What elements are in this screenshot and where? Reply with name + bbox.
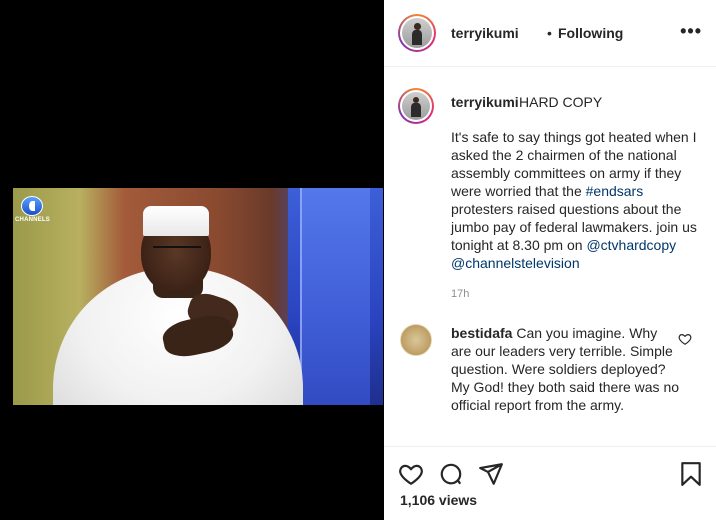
avatar[interactable] bbox=[398, 14, 436, 52]
caption-title: HARD COPY bbox=[519, 94, 603, 110]
heart-icon[interactable] bbox=[398, 461, 424, 487]
hashtag-link[interactable]: #endsars bbox=[586, 183, 644, 199]
caption-avatar[interactable] bbox=[398, 88, 434, 124]
share-icon[interactable] bbox=[478, 461, 504, 487]
studio-background bbox=[288, 188, 383, 405]
caption-username[interactable]: terryikumi bbox=[451, 94, 519, 110]
post-media[interactable]: CHANNELS bbox=[0, 0, 384, 520]
comment-icon[interactable] bbox=[438, 461, 464, 487]
mention-link[interactable]: @ctvhardcopy bbox=[586, 237, 676, 253]
header-username[interactable]: terryikumi bbox=[451, 25, 519, 41]
comment-username[interactable]: bestidafa bbox=[451, 325, 512, 341]
mention-link[interactable]: @channelstelevision bbox=[451, 255, 580, 271]
post-timestamp[interactable]: 17h bbox=[451, 288, 469, 300]
action-bar bbox=[384, 446, 716, 520]
views-count[interactable]: 1,106 views bbox=[400, 492, 477, 508]
separator-dot: • bbox=[547, 25, 552, 41]
bookmark-icon[interactable] bbox=[678, 461, 704, 487]
following-button[interactable]: Following bbox=[558, 25, 623, 41]
caption-text: It's safe to say things got heated when … bbox=[451, 129, 697, 271]
channels-logo: CHANNELS bbox=[15, 196, 50, 226]
like-comment-icon[interactable] bbox=[678, 332, 692, 346]
comment-avatar[interactable] bbox=[400, 324, 432, 356]
post-sidebar: terryikumi • Following ••• terryikumi HA… bbox=[384, 0, 716, 520]
video-frame[interactable]: CHANNELS bbox=[13, 188, 383, 405]
more-icon[interactable]: ••• bbox=[680, 22, 702, 40]
comment-text: bestidafa Can you imagine. Why are our l… bbox=[451, 325, 680, 413]
guest-cap bbox=[143, 206, 209, 236]
post-header: terryikumi • Following ••• bbox=[384, 0, 716, 67]
